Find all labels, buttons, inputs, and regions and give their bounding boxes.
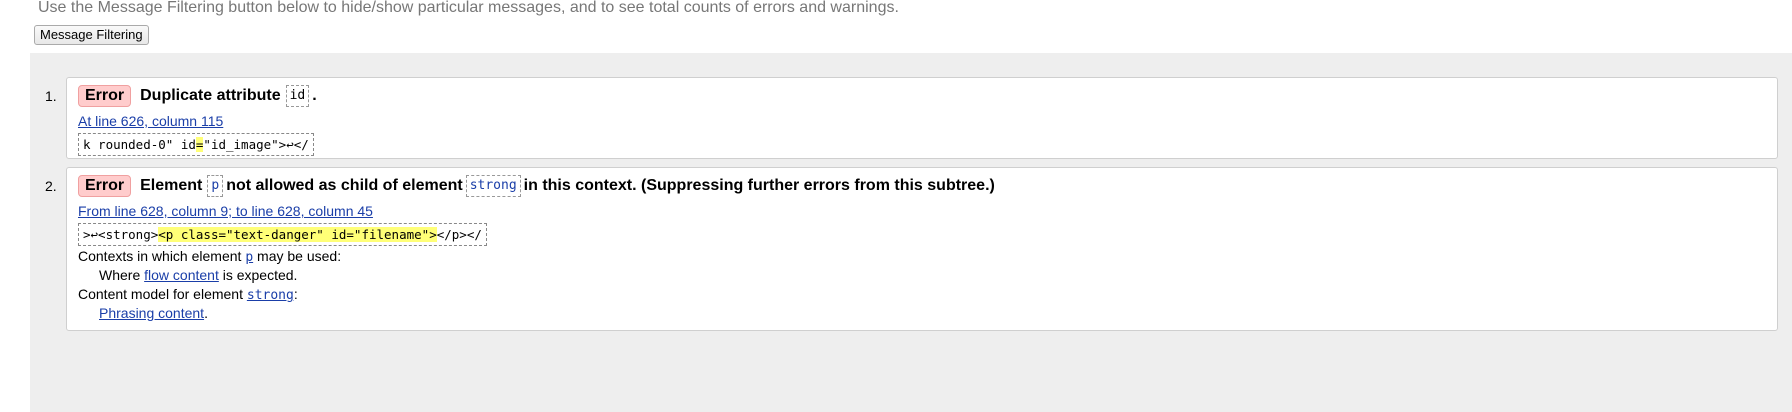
model-element-link[interactable]: strong — [247, 288, 294, 303]
extract-after: "id_image">↩</ — [203, 137, 309, 152]
location-link[interactable]: At line 626, column 115 — [78, 113, 223, 129]
message-text-c: in this context. (Suppressing further er… — [523, 177, 995, 194]
extract-highlight: <p class="text-danger" id="filename"> — [158, 227, 437, 242]
content-model-line: Content model for element strong: — [78, 286, 298, 303]
element-code-p: p — [207, 175, 224, 197]
flow-content-link[interactable]: flow content — [144, 267, 219, 283]
location-link[interactable]: From line 628, column 9; to line 628, co… — [78, 203, 373, 219]
attribute-code: id — [285, 85, 310, 107]
where-line: Where flow content is expected. — [99, 267, 297, 283]
model-prefix: Content model for element — [78, 286, 243, 302]
extract-after: </p></ — [436, 227, 482, 242]
extract-before: k rounded-0" id — [83, 137, 196, 152]
phrasing-content-link[interactable]: Phrasing content — [99, 305, 204, 321]
contexts-line: Contexts in which element p may be used: — [78, 248, 341, 265]
results-panel: 1. Error Duplicate attribute id . At lin… — [30, 53, 1792, 412]
error-message-2: 2. Error Element p not allowed as child … — [45, 167, 1778, 331]
source-extract: >↩<strong><p class="text-danger" id="fil… — [78, 223, 487, 246]
where-prefix: Where — [99, 267, 141, 283]
message-text-a: Element — [140, 177, 203, 194]
message-number: 2. — [45, 178, 57, 194]
source-extract: k rounded-0" id="id_image">↩</ — [78, 133, 314, 156]
message-filtering-button[interactable]: Message Filtering — [34, 25, 149, 45]
intro-text: Use the Message Filtering button below t… — [38, 0, 899, 16]
message-period: . — [312, 87, 317, 104]
error-badge: Error — [78, 85, 132, 107]
error-message-1: 1. Error Duplicate attribute id . At lin… — [45, 77, 1778, 159]
element-p-link[interactable]: p — [211, 178, 219, 193]
extract-before: >↩<strong> — [83, 227, 159, 242]
model-suffix: : — [293, 286, 298, 302]
contexts-element-link[interactable]: p — [245, 250, 253, 265]
message-number: 1. — [45, 88, 57, 104]
phrasing-line: Phrasing content. — [99, 305, 208, 321]
error-badge: Error — [78, 175, 132, 197]
message-heading: Error Duplicate attribute id . — [78, 85, 317, 107]
contexts-suffix: may be used: — [257, 248, 342, 264]
element-strong-link[interactable]: strong — [470, 178, 517, 193]
phrasing-end: . — [204, 305, 208, 321]
message-heading: Error Element p not allowed as child of … — [78, 175, 995, 197]
where-suffix: is expected. — [222, 267, 298, 283]
contexts-prefix: Contexts in which element — [78, 248, 242, 264]
message-text-b: not allowed as child of element — [226, 177, 463, 194]
element-code-strong: strong — [465, 175, 521, 197]
message-text: Duplicate attribute — [140, 87, 281, 104]
